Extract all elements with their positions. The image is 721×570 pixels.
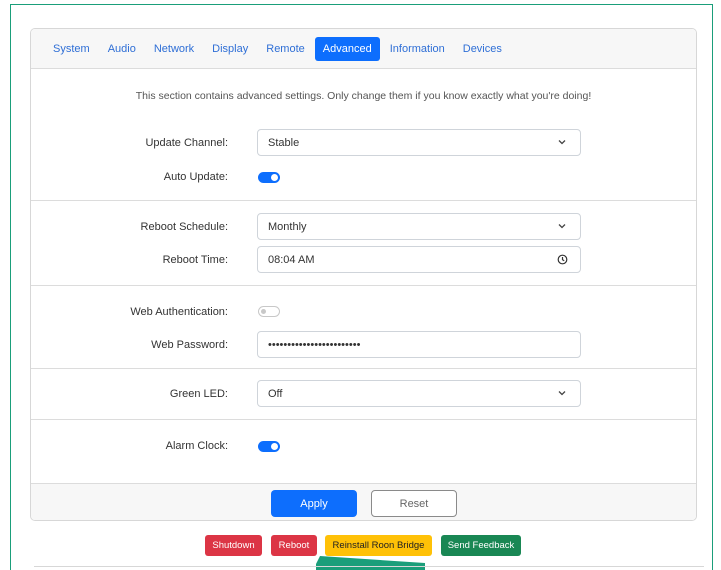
pointer-arrow-icon	[316, 556, 425, 570]
bottom-divider	[34, 566, 704, 567]
